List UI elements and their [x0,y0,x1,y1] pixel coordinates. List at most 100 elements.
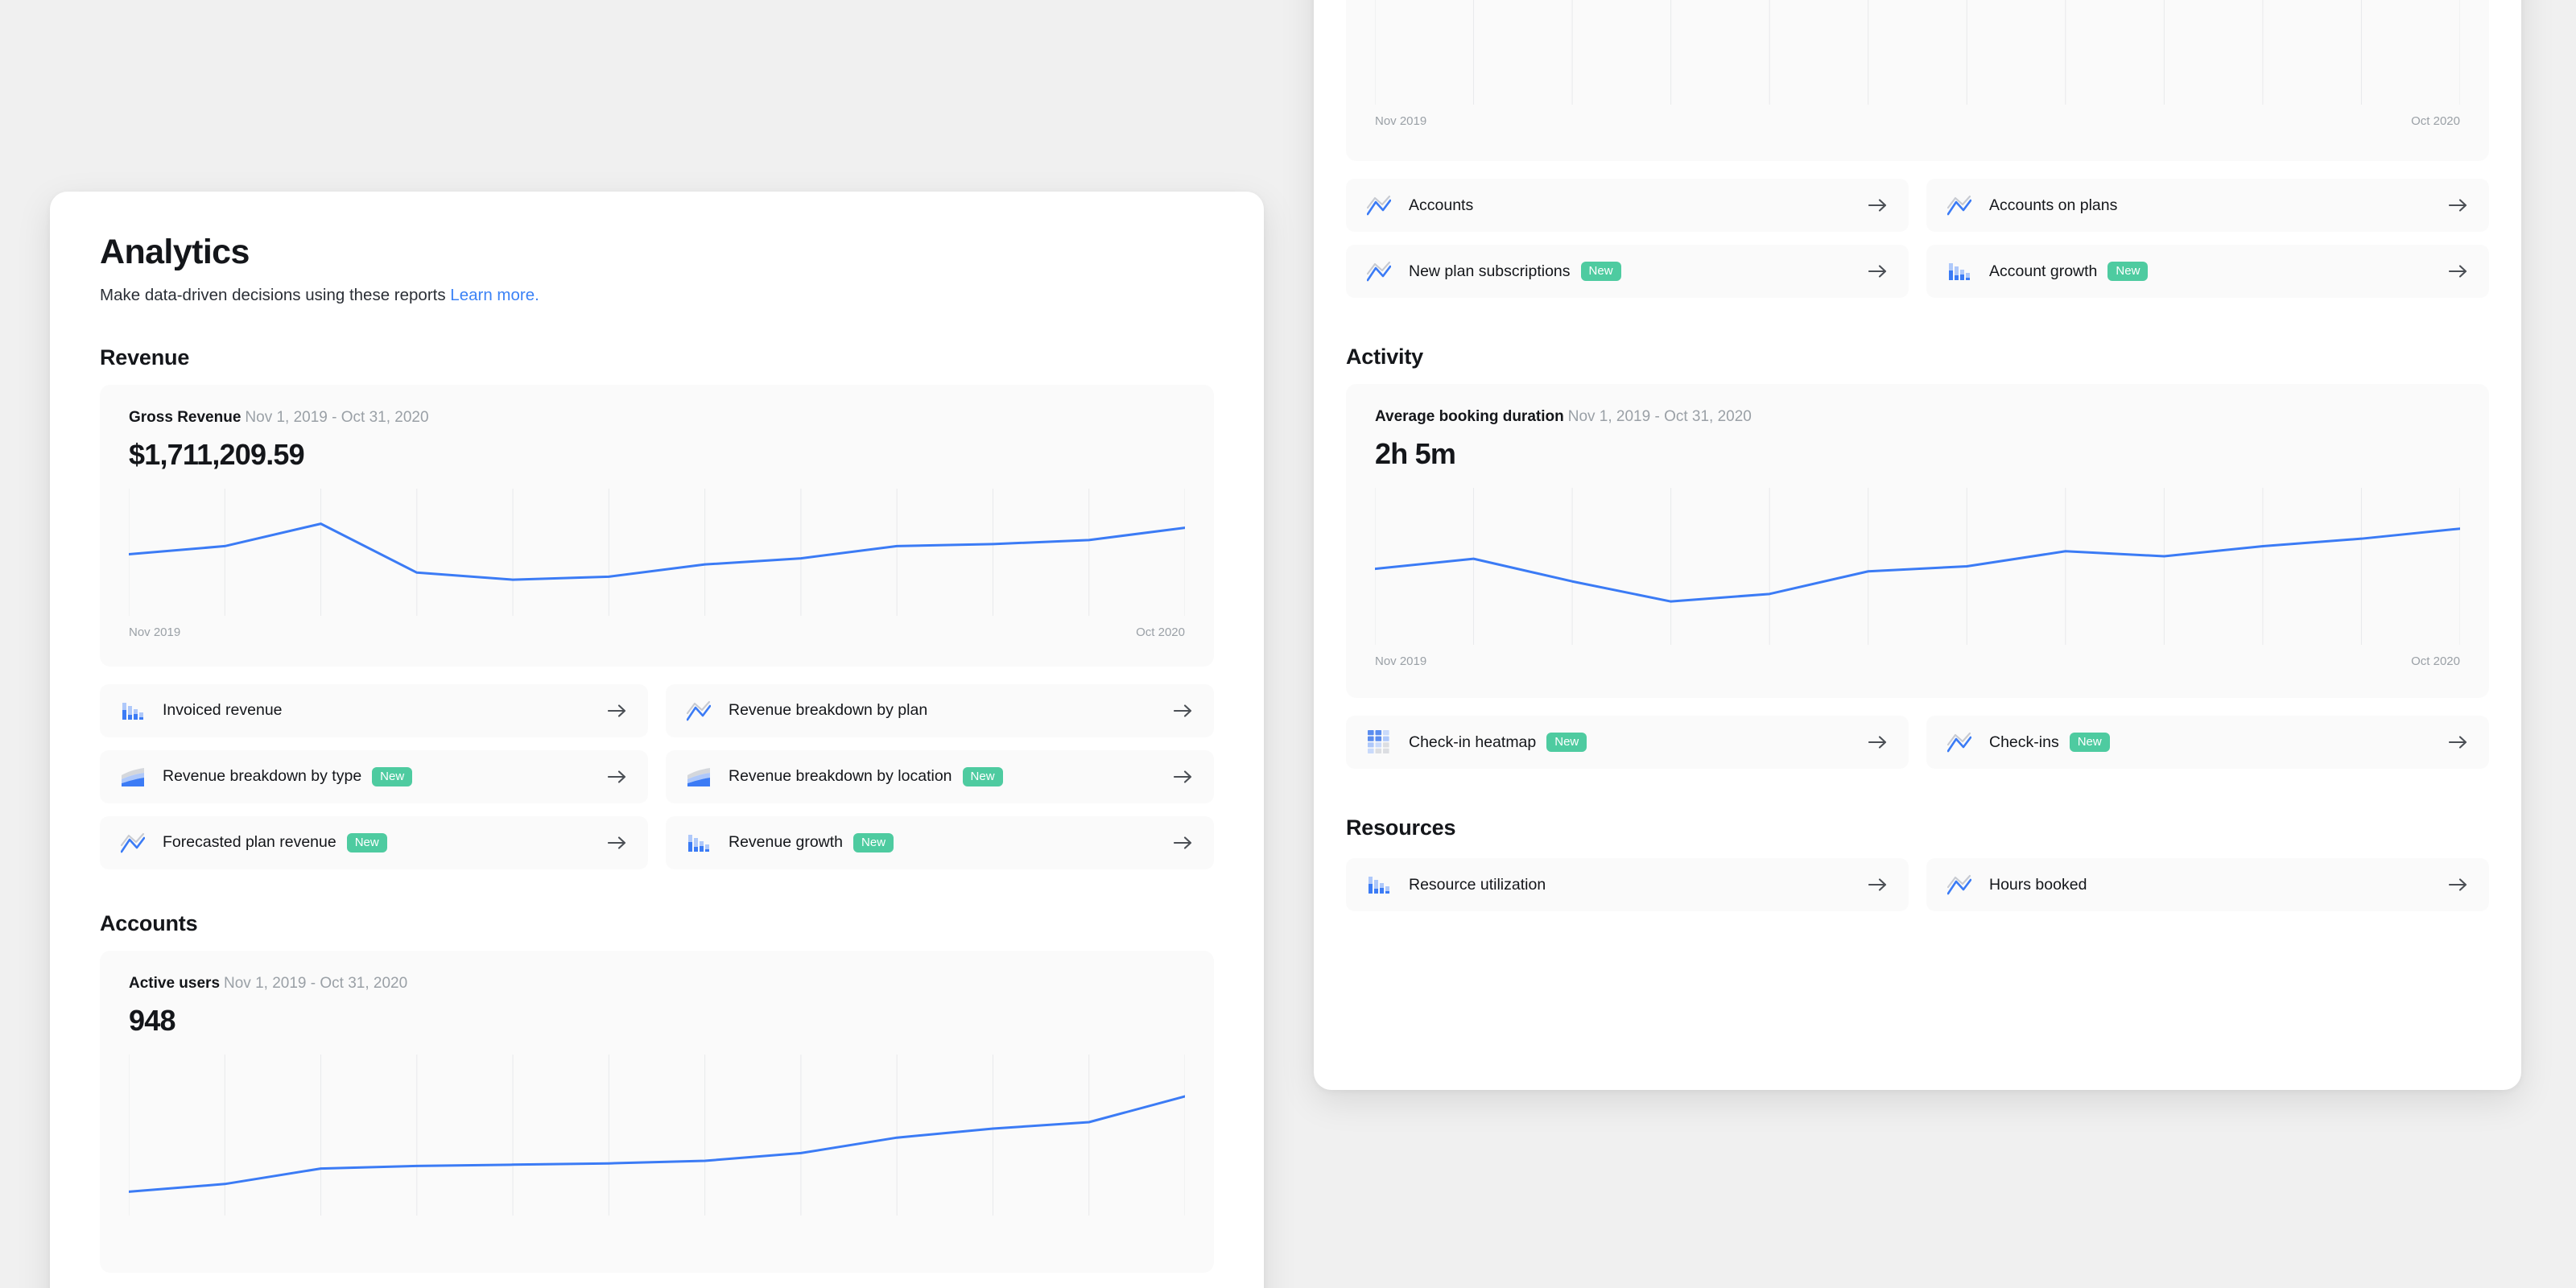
report-row[interactable]: Revenue breakdown by plan [666,683,1214,737]
average-booking-duration-card: Average booking duration Nov 1, 2019 - Oc… [1346,384,2489,698]
line-chart-icon [1944,869,1975,900]
section-title-accounts: Accounts [100,910,198,935]
axis-label-end: Oct 2020 [2411,654,2460,669]
section-title-revenue: Revenue [100,345,190,369]
report-row[interactable]: Hours booked [1926,858,2489,911]
analytics-panel: Analytics Make data-driven decisions usi… [50,192,1264,1288]
active-users-card: Active users Nov 1, 2019 - Oct 31, 2020 9… [100,950,1214,1273]
page-title: Analytics [100,233,250,271]
bar-chart-icon [118,696,148,726]
report-label: Hours booked [1989,875,2087,894]
report-label: Revenue breakdown by location [729,767,952,786]
gross-revenue-card: Gross Revenue Nov 1, 2019 - Oct 31, 2020 … [100,384,1214,667]
arrow-right-icon[interactable] [1174,704,1193,718]
average-booking-duration-label: Average booking duration [1375,408,1564,425]
new-badge: New [346,832,387,852]
report-row[interactable]: Check-in heatmap New [1346,716,1909,769]
arrow-right-icon[interactable] [1868,198,1888,213]
report-label: Account growth [1989,262,2098,280]
gross-revenue-chart [129,489,1185,616]
line-chart-icon [1944,727,1975,758]
new-badge: New [962,766,1003,786]
report-row[interactable]: Resource utilization [1346,858,1909,911]
gross-revenue-range: Nov 1, 2019 - Oct 31, 2020 [245,408,429,426]
heatmap-icon [1364,727,1394,758]
axis-label-end: Oct 2020 [1136,625,1185,640]
arrow-right-icon[interactable] [2449,735,2468,749]
arrow-right-icon[interactable] [1868,264,1888,279]
average-booking-duration-heading: Average booking duration Nov 1, 2019 - Oc… [1375,408,2460,427]
report-row[interactable]: Check-ins New [1926,716,2489,769]
active-users-label: Active users [129,974,221,992]
reports-panel: Nov 2019 Oct 2020 Accounts Accounts on pl… [1314,0,2521,1090]
report-row[interactable]: Accounts on plans [1926,179,2489,232]
report-label: Revenue growth [729,833,844,852]
page-subtitle: Make data-driven decisions using these r… [100,285,1214,307]
arrow-right-icon[interactable] [1868,877,1888,892]
report-label: New plan subscriptions [1409,262,1571,280]
report-label: Invoiced revenue [163,701,283,720]
axis-label-start: Nov 2019 [1375,654,1427,669]
report-label: Check-ins [1989,733,2059,751]
line-chart-icon [1364,190,1394,221]
bar-chart-icon [683,828,714,858]
report-label: Accounts [1409,196,1474,214]
gross-revenue-label: Gross Revenue [129,408,242,426]
line-chart-icon [1364,256,1394,287]
learn-more-link[interactable]: Learn more. [450,286,539,304]
area-chart-icon [683,762,714,792]
new-badge: New [853,832,894,852]
arrow-right-icon[interactable] [1174,836,1193,850]
report-row[interactable]: Revenue breakdown by type New [100,749,648,803]
section-title-activity: Activity [1346,345,1423,369]
arrow-right-icon[interactable] [608,836,627,850]
axis-label-start: Nov 2019 [129,625,181,640]
arrow-right-icon[interactable] [608,704,627,718]
report-label: Revenue breakdown by type [163,767,362,786]
report-row[interactable]: New plan subscriptions New [1346,245,1909,298]
average-booking-duration-range: Nov 1, 2019 - Oct 31, 2020 [1567,408,1752,425]
arrow-right-icon[interactable] [608,770,627,784]
arrow-right-icon[interactable] [1174,770,1193,784]
accounts-top-card: Nov 2019 Oct 2020 [1346,0,2489,161]
report-label: Revenue breakdown by plan [729,701,928,720]
active-users-range: Nov 1, 2019 - Oct 31, 2020 [224,974,408,992]
axis-label-end: Oct 2020 [2411,114,2460,128]
new-badge: New [2107,262,2149,281]
active-users-value: 948 [129,1003,175,1037]
bar-chart-icon [1944,256,1975,287]
new-badge: New [372,766,413,786]
arrow-right-icon[interactable] [1868,735,1888,749]
report-label: Check-in heatmap [1409,733,1537,751]
area-chart-icon [118,762,148,792]
arrow-right-icon[interactable] [2449,877,2468,892]
section-title-resources: Resources [1346,815,1456,840]
report-label: Resource utilization [1409,875,1546,894]
report-label: Forecasted plan revenue [163,833,336,852]
report-row[interactable]: Invoiced revenue [100,683,648,737]
gross-revenue-heading: Gross Revenue Nov 1, 2019 - Oct 31, 2020 [129,409,1185,427]
new-badge: New [1580,262,1621,281]
active-users-heading: Active users Nov 1, 2019 - Oct 31, 2020 [129,975,1185,993]
axis-label-start: Nov 2019 [1375,114,1427,128]
page-subtitle-text: Make data-driven decisions using these r… [100,286,446,305]
average-booking-duration-value: 2h 5m [1375,436,1456,470]
report-row[interactable]: Accounts [1346,179,1909,232]
line-chart-icon [118,828,148,858]
report-row[interactable]: Account growth New [1926,245,2489,298]
active-users-chart [129,1055,1185,1216]
report-row[interactable]: Revenue growth New [666,815,1214,869]
accounts-top-axis: Nov 2019 Oct 2020 [1375,114,2460,128]
gross-revenue-value: $1,711,209.59 [129,437,305,471]
new-badge: New [2069,733,2110,752]
gross-revenue-axis: Nov 2019 Oct 2020 [129,625,1185,639]
arrow-right-icon[interactable] [2449,198,2468,213]
average-booking-duration-axis: Nov 2019 Oct 2020 [1375,654,2460,668]
average-booking-duration-chart [1375,488,2460,645]
report-row[interactable]: Forecasted plan revenue New [100,815,648,869]
revenue-report-list: Invoiced revenue Revenue breakdown by pla… [100,683,1214,869]
report-row[interactable]: Revenue breakdown by location New [666,749,1214,803]
arrow-right-icon[interactable] [2449,264,2468,279]
accounts-report-list: Accounts Accounts on plans New plan subscr… [1346,179,2489,298]
activity-report-list: Check-in heatmap New Check-ins New [1346,716,2489,769]
